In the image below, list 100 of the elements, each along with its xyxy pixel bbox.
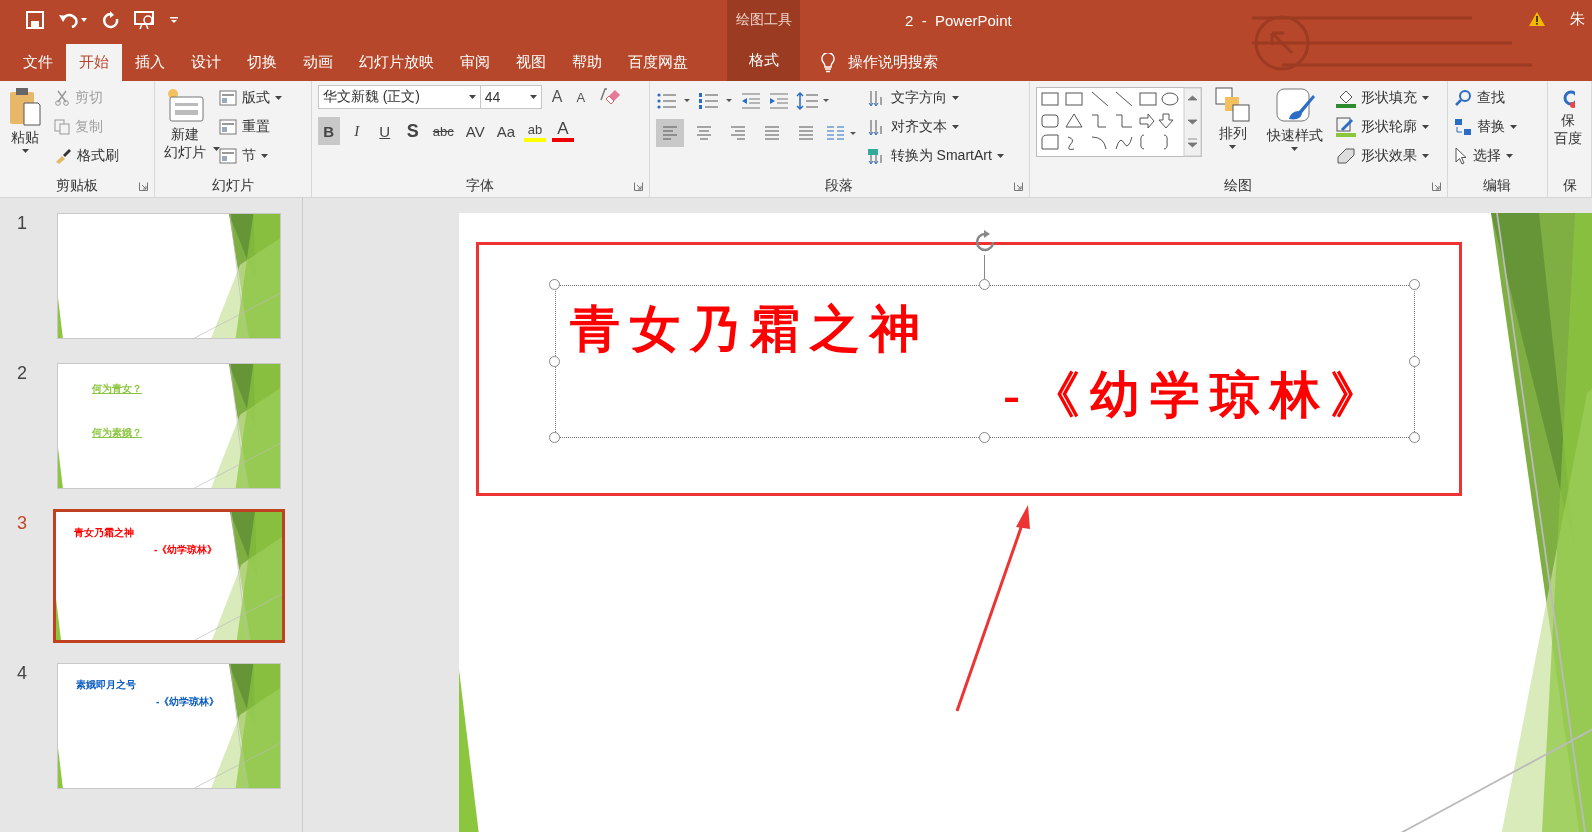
resize-handle[interactable] [1409, 279, 1420, 290]
resize-handle[interactable] [549, 432, 560, 443]
thumbnail-text: -《幼学琼林》 [156, 695, 221, 709]
ribbon-tab[interactable]: 百度网盘 [615, 44, 701, 81]
lightbulb-icon [820, 52, 836, 73]
ribbon-tab[interactable]: 切换 [234, 44, 290, 81]
ribbon-tab[interactable]: 开始 [66, 44, 122, 81]
caret-icon [468, 95, 476, 99]
caret-icon [260, 154, 268, 158]
layout-icon [218, 119, 237, 135]
dialog-launcher-icon[interactable] [1431, 182, 1441, 191]
align-lines-icon [797, 126, 814, 140]
bullets-icon[interactable] [655, 91, 692, 111]
group-label: 剪贴板 [55, 177, 98, 195]
arrange-button[interactable]: 排列 [1211, 85, 1254, 151]
ribbon-tab[interactable]: 动画 [290, 44, 346, 81]
paragraph-button[interactable]: 对齐文本 [867, 116, 1004, 138]
pencil-icon [1335, 117, 1356, 137]
slides-button[interactable]: 版式 [218, 87, 282, 109]
save-to-cloud-button[interactable]: 保 百度 [1554, 85, 1585, 150]
undo-icon[interactable] [58, 11, 88, 29]
format-button[interactable]: S [401, 117, 424, 145]
paragraph-button[interactable]: 转换为 SmartArt [867, 145, 1004, 167]
group-label: 保 [1562, 177, 1577, 195]
slide-number: 4 [17, 663, 28, 685]
caret-icon [1291, 147, 1299, 151]
line-spacing-icon[interactable] [795, 91, 832, 111]
columns-icon[interactable] [825, 125, 858, 141]
window-title: 2 - PowerPoint [905, 11, 1012, 29]
slide-thumbnail[interactable]: 青女乃霜之神 -《幼学琼林》 [53, 509, 285, 643]
font-size-button[interactable]: A [572, 89, 590, 105]
search-icon [1453, 89, 1472, 107]
decrease-indent-icon[interactable] [739, 91, 762, 111]
caret-icon [274, 96, 282, 100]
slide-thumbnail[interactable]: 素娥即月之号 -《幼学琼林》 [57, 663, 281, 789]
shape-format-button[interactable]: 形状填充 [1335, 87, 1429, 109]
format-button[interactable]: Aa [493, 117, 518, 145]
font-size-field[interactable]: 44 [479, 85, 542, 109]
arrange-icon [1214, 87, 1251, 123]
font-name-field[interactable]: 华文新魏 (正文) [317, 85, 481, 109]
caret-icon [1421, 96, 1429, 100]
editing-button[interactable]: 替换 [1453, 116, 1517, 138]
clipboard-button[interactable]: 格式刷 [54, 145, 119, 167]
editing-button[interactable]: 选择 [1453, 145, 1517, 167]
paste-button[interactable]: 粘贴 [6, 85, 44, 155]
dialog-launcher-icon[interactable] [138, 182, 148, 191]
layout-icon [218, 90, 237, 106]
ribbon-tab[interactable]: 文件 [10, 44, 66, 81]
increase-indent-icon[interactable] [767, 91, 790, 111]
slide-number: 2 [17, 363, 28, 385]
ribbon-tab[interactable]: 审阅 [447, 44, 503, 81]
save-icon[interactable] [26, 11, 44, 29]
highlight-button[interactable]: ab [524, 120, 546, 142]
numbering-icon[interactable] [697, 91, 734, 111]
resize-handle[interactable] [1409, 356, 1420, 367]
caret-icon [1505, 154, 1513, 158]
ribbon-tab[interactable]: 视图 [503, 44, 559, 81]
caret-icon [951, 125, 959, 129]
presentation-icon[interactable] [134, 10, 156, 30]
resize-handle[interactable] [549, 279, 560, 290]
user-name[interactable]: 朱 [1570, 10, 1592, 29]
group-label: 编辑 [1483, 177, 1512, 195]
ribbon-tab[interactable]: 帮助 [559, 44, 615, 81]
format-button[interactable]: B [317, 117, 340, 145]
group-label: 段落 [825, 177, 854, 195]
quick-styles-button[interactable]: 快速样式 [1263, 85, 1326, 153]
ribbon-tab[interactable]: 格式 [727, 40, 800, 81]
editing-button[interactable]: 查找 [1453, 87, 1517, 109]
align-lines-icon [763, 126, 780, 140]
font-size-button[interactable]: A [547, 88, 567, 106]
ribbon-tab[interactable]: 设计 [178, 44, 234, 81]
resize-handle[interactable] [1409, 432, 1420, 443]
ribbon-tab[interactable]: 幻灯片放映 [346, 44, 447, 81]
format-button[interactable]: I [345, 117, 368, 145]
format-button[interactable]: abc [429, 117, 457, 145]
font-color-button[interactable]: A [552, 120, 574, 142]
shapes-gallery[interactable] [1035, 87, 1202, 157]
customize-caret-icon[interactable] [170, 16, 178, 24]
slides-button[interactable]: 重置 [218, 116, 282, 138]
shape-format-button[interactable]: 形状轮廓 [1335, 116, 1429, 138]
align-lines-icon [661, 126, 678, 140]
align-button[interactable] [655, 119, 684, 147]
paragraph-button[interactable]: 文字方向 [867, 87, 1004, 109]
shape-format-button[interactable]: 形状效果 [1335, 145, 1429, 167]
tell-me-search[interactable]: 操作说明搜索 [848, 53, 938, 72]
format-button[interactable]: AV [462, 117, 488, 145]
resize-handle[interactable] [979, 432, 990, 443]
thumbnail-text: 何为青女？ [92, 382, 143, 396]
resize-handle[interactable] [979, 279, 990, 290]
redo-icon[interactable] [102, 11, 120, 29]
caret-icon [951, 96, 959, 100]
slides-button[interactable]: 节 [218, 145, 282, 167]
slide-thumbnail[interactable] [57, 213, 281, 339]
format-button[interactable]: U [373, 117, 396, 145]
ribbon-tab[interactable]: 插入 [122, 44, 178, 81]
dialog-launcher-icon[interactable] [1013, 182, 1023, 191]
dialog-launcher-icon[interactable] [633, 182, 643, 191]
caret-icon [212, 147, 220, 151]
new-slide-button[interactable]: 新建 幻灯片 [160, 85, 209, 164]
resize-handle[interactable] [549, 356, 560, 367]
